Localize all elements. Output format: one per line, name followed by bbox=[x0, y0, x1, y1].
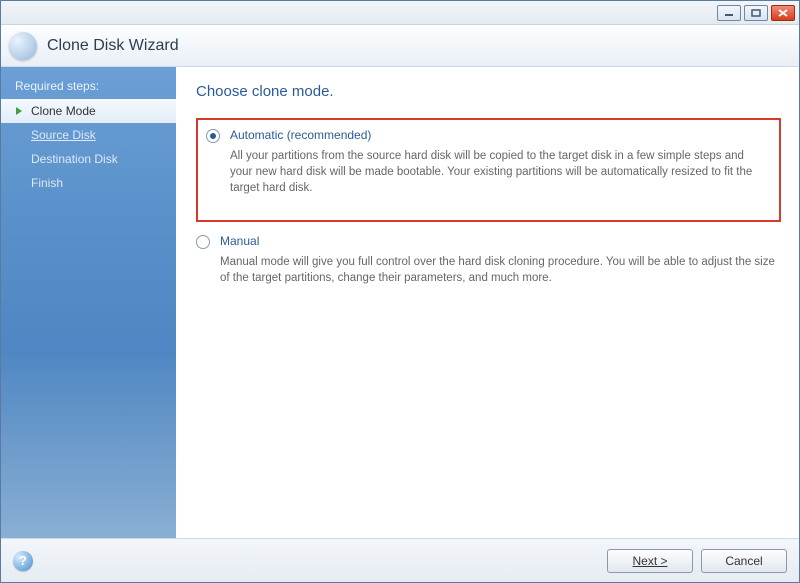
help-icon[interactable]: ? bbox=[13, 551, 33, 571]
sidebar-heading: Required steps: bbox=[1, 75, 176, 99]
main-content: Choose clone mode. Automatic (recommende… bbox=[176, 67, 799, 538]
sidebar-item-finish[interactable]: Finish bbox=[1, 171, 176, 195]
option-automatic[interactable]: Automatic (recommended) All your partiti… bbox=[206, 128, 771, 196]
header: Clone Disk Wizard bbox=[1, 25, 799, 67]
footer: ? Next > Cancel bbox=[1, 538, 799, 582]
option-desc: All your partitions from the source hard… bbox=[230, 148, 765, 196]
window-title: Clone Disk Wizard bbox=[47, 37, 179, 55]
option-manual[interactable]: Manual Manual mode will give you full co… bbox=[196, 234, 781, 286]
titlebar bbox=[1, 1, 799, 25]
sidebar: Required steps: Clone Mode Source Disk D… bbox=[1, 67, 176, 538]
sidebar-item-destination-disk[interactable]: Destination Disk bbox=[1, 147, 176, 171]
wizard-window: Clone Disk Wizard Required steps: Clone … bbox=[0, 0, 800, 583]
sidebar-item-label: Clone Mode bbox=[31, 104, 96, 118]
page-title: Choose clone mode. bbox=[196, 83, 781, 100]
highlighted-option: Automatic (recommended) All your partiti… bbox=[196, 118, 781, 222]
sidebar-item-label: Destination Disk bbox=[31, 152, 118, 166]
option-title: Manual bbox=[220, 234, 775, 248]
arrow-right-icon bbox=[13, 106, 25, 116]
option-title: Automatic (recommended) bbox=[230, 128, 765, 142]
next-button[interactable]: Next > bbox=[607, 549, 693, 573]
maximize-button[interactable] bbox=[744, 5, 768, 21]
sidebar-item-label: Finish bbox=[31, 176, 63, 190]
cancel-button[interactable]: Cancel bbox=[701, 549, 787, 573]
body: Required steps: Clone Mode Source Disk D… bbox=[1, 67, 799, 538]
sidebar-item-label: Source Disk bbox=[31, 128, 96, 142]
option-text: Automatic (recommended) All your partiti… bbox=[230, 128, 765, 196]
option-desc: Manual mode will give you full control o… bbox=[220, 254, 775, 286]
minimize-button[interactable] bbox=[717, 5, 741, 21]
close-button[interactable] bbox=[771, 5, 795, 21]
app-icon bbox=[9, 32, 37, 60]
option-text: Manual Manual mode will give you full co… bbox=[220, 234, 775, 286]
help-symbol: ? bbox=[19, 553, 27, 568]
sidebar-item-clone-mode[interactable]: Clone Mode bbox=[1, 99, 176, 123]
sidebar-item-source-disk[interactable]: Source Disk bbox=[1, 123, 176, 147]
radio-manual[interactable] bbox=[196, 235, 210, 249]
radio-automatic[interactable] bbox=[206, 129, 220, 143]
